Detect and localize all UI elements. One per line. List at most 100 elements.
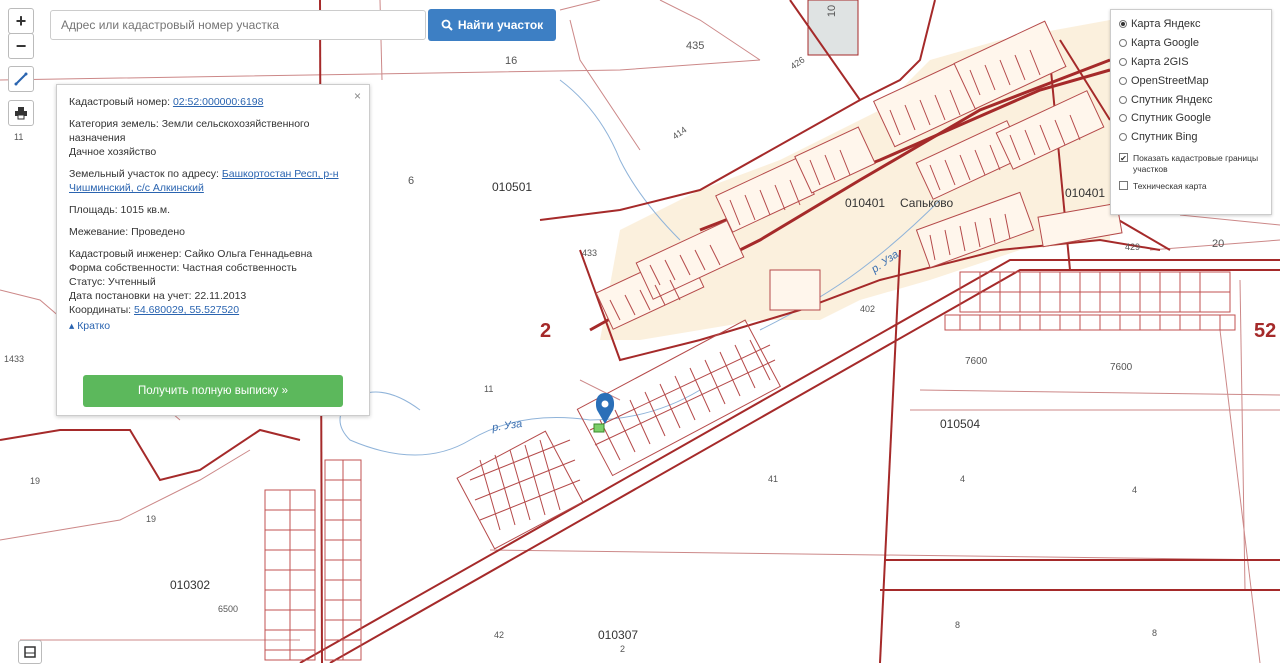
radio-icon <box>1119 39 1127 48</box>
category-subvalue: Дачное хозяйство <box>69 146 157 158</box>
ownership-row: Форма собственности: Частная собственнос… <box>69 261 357 275</box>
map-label: 4 <box>1132 485 1138 495</box>
ruler-tool-button[interactable] <box>8 66 34 92</box>
selected-parcel <box>593 423 605 433</box>
map-label: 6500 <box>218 604 239 614</box>
layer-option-label: Карта Google <box>1131 37 1199 50</box>
layer-option-yandex-map[interactable]: Карта Яндекс <box>1119 15 1263 34</box>
category-label: Категория земель: <box>69 118 159 130</box>
get-full-extract-button[interactable]: Получить полную выписку » <box>83 375 343 407</box>
area-label: Площадь: <box>69 204 118 216</box>
checkbox-label: Показать кадастровые границы участков <box>1133 152 1259 174</box>
radio-icon <box>1119 20 1127 29</box>
map-label: 010307 <box>598 628 639 642</box>
registration-date-label: Дата постановки на учет: <box>69 290 192 302</box>
show-boundaries-checkbox[interactable]: ✔ Показать кадастровые границы участков <box>1119 152 1263 175</box>
map-label: 11 <box>14 132 24 142</box>
layer-option-osm[interactable]: OpenStreetMap <box>1119 71 1263 90</box>
layer-option-label: Спутник Яндекс <box>1131 93 1213 106</box>
layer-option-yandex-satellite[interactable]: Спутник Яндекс <box>1119 90 1263 109</box>
layer-option-bing-satellite[interactable]: Спутник Bing <box>1119 128 1263 147</box>
quarter-number-label: 2 <box>540 320 552 342</box>
layer-option-2gis-map[interactable]: Карта 2GIS <box>1119 53 1263 72</box>
map-label: 435 <box>686 40 705 52</box>
layer-option-label: Карта Яндекс <box>1131 18 1201 31</box>
map-label: 42 <box>494 630 505 640</box>
quarter-number-label: 52 <box>1254 320 1277 342</box>
zoom-out-button[interactable]: − <box>8 33 34 59</box>
map-label: 8 <box>955 620 961 630</box>
survey-value: Проведено <box>131 226 185 238</box>
radio-icon <box>1119 76 1127 85</box>
map-label: 010302 <box>170 578 211 592</box>
map-label: 010401 <box>845 196 886 210</box>
status-row: Статус: Учтенный <box>69 275 357 289</box>
map-label: 6 <box>408 175 415 187</box>
status-value: Учтенный <box>108 276 156 288</box>
map-label: 402 <box>860 304 876 314</box>
area-value: 1015 кв.м. <box>120 204 171 216</box>
address-row: Земельный участок по адресу: Башкортоста… <box>69 167 357 195</box>
address-label: Земельный участок по адресу: <box>69 168 219 180</box>
parcel-info-popup: × Кадастровый номер: 02:52:000000:6198 К… <box>56 84 370 416</box>
map-label: 010504 <box>940 417 981 431</box>
engineer-value: Сайко Ольга Геннадьевна <box>184 248 313 260</box>
layer-option-google-map[interactable]: Карта Google <box>1119 34 1263 53</box>
map-label: 429 <box>1125 242 1141 252</box>
registration-date-row: Дата постановки на учет: 22.11.2013 <box>69 289 357 303</box>
layer-option-label: OpenStreetMap <box>1131 74 1209 87</box>
registration-date-value: 22.11.2013 <box>194 290 247 302</box>
find-parcel-button[interactable]: Найти участок <box>428 9 556 41</box>
printer-icon <box>15 107 27 120</box>
engineer-row: Кадастровый инженер: Сайко Ольга Геннадь… <box>69 247 357 261</box>
map-label: 8 <box>1152 628 1158 638</box>
map-label: 2 <box>620 644 626 654</box>
map-label: 433 <box>582 248 598 258</box>
square-icon <box>24 646 36 658</box>
map-label: 7600 <box>1110 362 1133 373</box>
ruler-icon <box>14 72 28 86</box>
layer-option-google-satellite[interactable]: Спутник Google <box>1119 109 1263 128</box>
map-label: 19 <box>146 514 157 524</box>
collapse-link[interactable]: ▴ Кратко <box>69 319 357 333</box>
print-button[interactable] <box>8 100 34 126</box>
close-icon[interactable]: × <box>354 89 361 103</box>
status-label: Статус: <box>69 276 106 288</box>
map-label: 1433 <box>4 354 25 364</box>
ownership-value: Частная собственность <box>182 262 297 274</box>
radio-icon <box>1119 95 1127 104</box>
ownership-label: Форма собственности: <box>69 262 180 274</box>
checkbox-checked-icon: ✔ <box>1119 152 1128 163</box>
technical-map-checkbox[interactable]: Техническая карта <box>1119 180 1263 192</box>
map-label: 7600 <box>965 356 988 367</box>
find-parcel-label: Найти участок <box>457 18 544 32</box>
survey-row: Межевание: Проведено <box>69 225 357 239</box>
search-icon <box>441 19 453 31</box>
engineer-label: Кадастровый инженер: <box>69 248 182 260</box>
radio-icon <box>1119 57 1127 66</box>
map-label: 19 <box>30 476 41 486</box>
map-label: 010401 <box>1065 186 1106 200</box>
area-row: Площадь: 1015 кв.м. <box>69 203 357 217</box>
checkbox-label: Техническая карта <box>1133 180 1207 191</box>
cadastral-number-link[interactable]: 02:52:000000:6198 <box>173 96 264 108</box>
layer-option-label: Карта 2GIS <box>1131 55 1189 68</box>
map-label: 41 <box>768 474 779 484</box>
coordinates-link[interactable]: 54.680029, 55.527520 <box>134 304 239 316</box>
map-label: 11 <box>484 384 494 394</box>
map-layer-panel: Карта Яндекс Карта Google Карта 2GIS Ope… <box>1110 9 1272 215</box>
map-label: 010501 <box>492 180 533 194</box>
category-row: Категория земель: Земли сельскохозяйстве… <box>69 117 357 159</box>
checkbox-icon <box>1119 180 1128 190</box>
search-input[interactable] <box>50 10 426 40</box>
coordinates-row: Координаты: 54.680029, 55.527520 <box>69 303 357 317</box>
survey-label: Межевание: <box>69 226 129 238</box>
map-label: 20 <box>1212 238 1225 250</box>
radio-icon <box>1119 114 1127 123</box>
map-label: 4 <box>960 474 966 484</box>
layers-toggle-button[interactable] <box>18 640 42 664</box>
coordinates-label: Координаты: <box>69 304 132 316</box>
zoom-in-button[interactable]: + <box>8 8 34 34</box>
layer-option-label: Спутник Bing <box>1131 131 1198 144</box>
cadastral-number-row: Кадастровый номер: 02:52:000000:6198 <box>69 95 357 109</box>
